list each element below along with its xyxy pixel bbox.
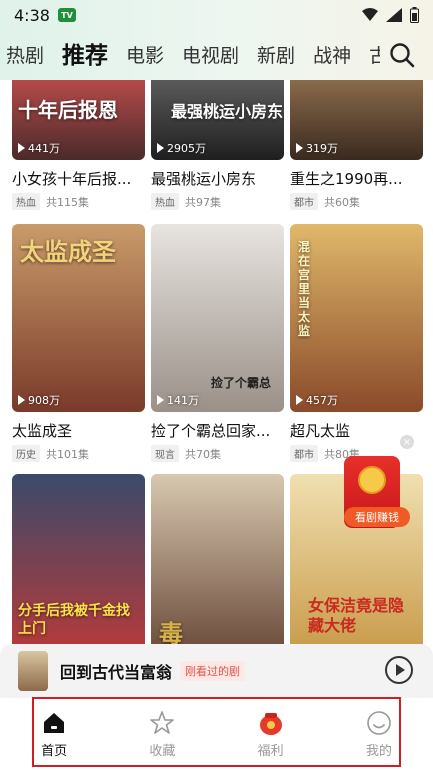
genre-tag: 热血 [12, 193, 40, 210]
drama-card[interactable]: 捡了个霸总 141万 捡了个霸总回家... 现言 共70集 [151, 224, 284, 462]
play-button[interactable] [385, 656, 413, 684]
genre-tag: 都市 [290, 193, 318, 210]
view-count: 457万 [296, 392, 338, 408]
tab-recommend[interactable]: 推荐 [62, 36, 108, 76]
recent-thumbnail [18, 651, 48, 691]
play-icon [296, 395, 303, 405]
episode-count: 共115集 [46, 195, 89, 209]
poster-title-art: 最强桃运小房东 [171, 102, 284, 121]
genre-tag: 都市 [290, 445, 318, 462]
category-tabs: 热剧 推荐 电影 电视剧 新剧 战神 古 [0, 36, 380, 76]
episode-count: 共97集 [185, 195, 221, 209]
poster-title-art: 捡了个霸总 [211, 376, 272, 390]
genre-tag: 现言 [151, 445, 179, 462]
poster-title-art: 十年后报恩 [18, 98, 118, 122]
drama-feed: 十年后报恩 441万 小女孩十年后报... 热血 共115集 最强桃运小房东 29… [0, 80, 433, 650]
signal-icon [386, 8, 402, 22]
watch-earn-label[interactable]: 看剧赚钱 [344, 507, 410, 527]
episode-count: 共101集 [46, 447, 89, 461]
card-title: 小女孩十年后报... [12, 170, 132, 188]
poster-image: 混在宫里当太监 457万 [290, 224, 423, 412]
play-icon [296, 143, 303, 153]
play-icon [157, 395, 164, 405]
card-meta: 热血 共97集 [151, 193, 284, 210]
play-icon [157, 143, 164, 153]
battery-icon [410, 7, 419, 23]
poster-image: 捡了个霸总 141万 [151, 224, 284, 412]
wifi-icon [362, 8, 378, 21]
card-title: 太监成圣 [12, 422, 73, 440]
genre-tag: 历史 [12, 445, 40, 462]
poster-title-art: 混在宫里当太监 [298, 240, 311, 338]
play-icon [18, 143, 25, 153]
card-meta: 都市 共60集 [290, 193, 423, 210]
poster-image: 最强桃运小房东 2905万 [151, 80, 284, 160]
tab-hot[interactable]: 热剧 [6, 36, 44, 76]
card-title: 重生之1990再... [290, 170, 403, 188]
view-count: 141万 [157, 392, 199, 408]
view-count: 319万 [296, 140, 338, 156]
tab-movie[interactable]: 电影 [126, 36, 164, 76]
tab-war-god[interactable]: 战神 [313, 36, 351, 76]
tab-new[interactable]: 新剧 [257, 36, 295, 76]
card-title: 捡了个霸总回家... [151, 422, 271, 440]
recently-watched-bar[interactable]: 回到古代当富翁 刚看过的剧 [0, 644, 433, 698]
drama-card[interactable]: 太监成圣 908万 太监成圣 历史 共101集 [12, 224, 145, 462]
poster-image: 毒 [151, 474, 284, 650]
drama-card[interactable]: 最强桃运小房东 2905万 最强桃运小房东 热血 共97集 [151, 80, 284, 210]
poster-title-art: 分手后我被千金找上门 [18, 603, 130, 637]
envelope-close-button[interactable]: × [400, 435, 414, 449]
recent-title: 回到古代当富翁 [60, 663, 173, 682]
card-title: 最强桃运小房东 [151, 170, 257, 188]
tab-tv-series[interactable]: 电视剧 [182, 36, 239, 76]
episode-count: 共60集 [324, 195, 360, 209]
poster-image: 太监成圣 908万 [12, 224, 145, 412]
card-meta: 现言 共70集 [151, 445, 284, 462]
play-icon [18, 395, 25, 405]
drama-card[interactable]: 319万 重生之1990再... 都市 共60集 [290, 80, 423, 210]
view-count: 441万 [18, 140, 60, 156]
poster-image: 十年后报恩 441万 [12, 80, 145, 160]
poster-title-art: 女保洁竟是隐藏大佬 [308, 596, 405, 635]
episode-count: 共70集 [185, 447, 221, 461]
status-time: 4:38 [14, 5, 50, 25]
poster-image: 分手后我被千金找上门 [12, 474, 145, 650]
nav-highlight-box [32, 697, 401, 767]
poster-title-art: 太监成圣 [20, 238, 116, 266]
search-icon[interactable] [389, 42, 415, 68]
drama-card[interactable]: 毒 [151, 474, 284, 650]
card-meta: 热血 共115集 [12, 193, 145, 210]
card-meta: 历史 共101集 [12, 445, 145, 462]
recent-badge: 刚看过的剧 [180, 661, 246, 681]
coin-icon [358, 466, 386, 494]
genre-tag: 热血 [151, 193, 179, 210]
tab-ancient[interactable]: 古 [369, 36, 380, 76]
drama-card[interactable]: 混在宫里当太监 457万 超凡太监 都市 共80集 [290, 224, 423, 462]
status-bar: 4:38 TV [0, 0, 433, 30]
app-badge-icon: TV [57, 8, 76, 22]
drama-card[interactable]: 十年后报恩 441万 小女孩十年后报... 热血 共115集 [12, 80, 145, 210]
poster-image: 319万 [290, 80, 423, 160]
drama-card[interactable]: 分手后我被千金找上门 [12, 474, 145, 650]
view-count: 2905万 [157, 140, 206, 156]
view-count: 908万 [18, 392, 60, 408]
